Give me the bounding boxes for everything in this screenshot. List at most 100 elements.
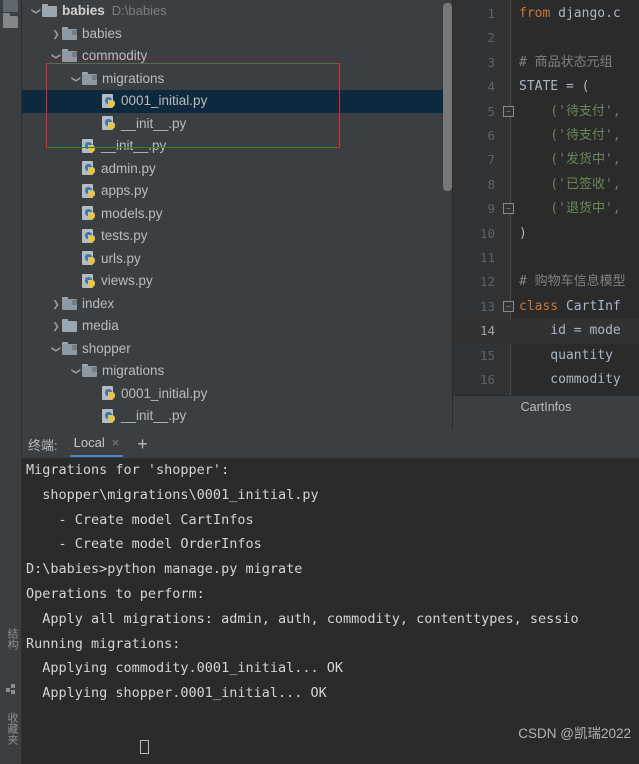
tree-row-label: migrations bbox=[102, 70, 165, 86]
code-line: 10) bbox=[453, 222, 639, 246]
code-text: ('发货中', bbox=[519, 152, 621, 168]
tree-row[interactable]: 0001_initial.py bbox=[22, 90, 453, 113]
tree-row-label: tests.py bbox=[101, 228, 148, 243]
code-text: ('已签收', bbox=[519, 176, 621, 192]
chevron-right-icon[interactable]: ❯ bbox=[50, 293, 62, 316]
tree-row[interactable]: models.py bbox=[22, 203, 453, 226]
code-line: 2 bbox=[453, 26, 639, 50]
tree-row[interactable]: views.py bbox=[22, 270, 453, 293]
code-line: 3 # 商品状态元组 bbox=[453, 51, 639, 75]
project-icon[interactable] bbox=[3, 0, 19, 14]
tree-row[interactable]: urls.py bbox=[22, 248, 453, 271]
close-icon[interactable]: × bbox=[112, 435, 120, 450]
code-text: id = mode bbox=[519, 323, 621, 339]
terminal-header: 终端: Local × + bbox=[22, 430, 639, 458]
tree-row[interactable]: 0001_initial.py bbox=[22, 383, 453, 406]
terminal-line: Migrations for 'shopper': bbox=[26, 462, 230, 478]
editor-bottom-fill bbox=[453, 418, 639, 430]
line-number: 3 bbox=[487, 54, 495, 70]
editor-file-tab-label: CartInfos bbox=[520, 400, 572, 414]
python-file-icon bbox=[82, 251, 97, 266]
tree-row[interactable]: ❯ migrations bbox=[22, 68, 453, 91]
line-number: 2 bbox=[487, 30, 495, 46]
tree-row[interactable]: __init__.py bbox=[22, 113, 453, 136]
python-file-icon bbox=[102, 408, 117, 424]
tree-row[interactable]: __init__.py bbox=[22, 135, 453, 158]
line-number: 16 bbox=[479, 372, 495, 387]
tree-row[interactable]: ❯ migrations bbox=[22, 360, 453, 383]
sidebar-item-structure[interactable]: 结构 bbox=[2, 628, 20, 674]
code-text: # 购物车信息模型 bbox=[519, 274, 626, 290]
module-folder-icon bbox=[62, 26, 77, 40]
terminal-tab-local[interactable]: Local × bbox=[69, 432, 124, 457]
code-line: 14 id = mode bbox=[453, 319, 639, 344]
python-file-icon bbox=[82, 183, 97, 199]
fold-toggle-icon[interactable]: − bbox=[503, 105, 514, 117]
module-folder-icon bbox=[82, 71, 97, 85]
tree-row-label: models.py bbox=[101, 205, 163, 221]
terminal-line: Operations to perform: bbox=[26, 585, 205, 602]
code-line: 13− class CartInf bbox=[453, 295, 639, 319]
module-folder-icon bbox=[82, 364, 97, 378]
tree-row[interactable]: ❯ commodity bbox=[22, 45, 453, 68]
tree-row-label: 0001_initial.py bbox=[121, 93, 208, 108]
code-line: 9− ('退货中', bbox=[453, 197, 639, 221]
module-folder-icon bbox=[62, 49, 77, 63]
folder-icon bbox=[62, 319, 77, 333]
terminal-line: Applying shopper.0001_initial... OK bbox=[26, 685, 327, 702]
code-editor[interactable]: 1 from django.c 2 3 # 商品状态元组 4 STATE = (5− ('待… bbox=[453, 0, 639, 430]
chevron-right-icon[interactable]: ❯ bbox=[50, 315, 62, 338]
tree-row[interactable]: ❯ shopper bbox=[22, 338, 453, 361]
watermark: CSDN @凯瑞2022 bbox=[518, 726, 631, 741]
tree-row[interactable]: ❯ index bbox=[22, 293, 453, 316]
terminal-line: Applying commodity.0001_initial... OK bbox=[26, 660, 343, 677]
line-number: 15 bbox=[479, 347, 495, 363]
terminal-line: - Create model CartInfos bbox=[26, 511, 254, 528]
module-folder-icon bbox=[62, 341, 77, 355]
structure-dots-icon bbox=[6, 684, 17, 695]
tree-row[interactable]: __init__.py bbox=[22, 405, 453, 428]
code-text: ) bbox=[519, 225, 527, 241]
line-number: 13 bbox=[479, 298, 495, 314]
left-tool-rail bbox=[0, 0, 22, 430]
tree-row-label: urls.py bbox=[101, 250, 141, 266]
project-tree-scrollbar[interactable] bbox=[443, 3, 452, 191]
add-terminal-icon[interactable]: + bbox=[137, 435, 148, 453]
code-line: 7 ('发货中', bbox=[453, 148, 639, 172]
tree-row[interactable]: ❯ media bbox=[22, 315, 453, 338]
fold-toggle-icon[interactable]: − bbox=[503, 300, 514, 312]
code-text: from django.c bbox=[519, 6, 621, 21]
terminal-line: Apply all migrations: admin, auth, commo… bbox=[26, 610, 579, 627]
terminal-title: 终端: bbox=[28, 437, 58, 453]
line-number: 10 bbox=[479, 225, 495, 241]
top-area: ❯ babies D:\babies ❯ babies ❯ commodity ❯ migrat… bbox=[0, 0, 639, 430]
line-number: 1 bbox=[487, 6, 495, 21]
tree-row[interactable]: apps.py bbox=[22, 180, 453, 203]
code-text: ('退货中', bbox=[519, 201, 621, 217]
tree-row-label: 0001_initial.py bbox=[121, 385, 208, 401]
line-number: 5 bbox=[487, 103, 495, 119]
code-line: 4 STATE = ( bbox=[453, 75, 639, 99]
project-tree-panel[interactable]: ❯ babies D:\babies ❯ babies ❯ commodity ❯ migrat… bbox=[22, 0, 453, 430]
python-file-icon bbox=[102, 93, 117, 109]
folder-icon bbox=[42, 4, 57, 18]
line-number: 7 bbox=[487, 152, 495, 168]
code-line: 12 # 购物车信息模型 bbox=[453, 270, 639, 294]
tree-row[interactable]: ❯ babies bbox=[22, 23, 453, 46]
tree-row[interactable]: ❯ babies D:\babies bbox=[22, 0, 453, 23]
fold-toggle-icon[interactable]: − bbox=[503, 203, 514, 215]
sidebar-item-favorites[interactable]: 收藏夹 bbox=[2, 712, 20, 764]
tree-row[interactable]: admin.py bbox=[22, 158, 453, 181]
python-file-icon bbox=[102, 386, 117, 401]
chevron-right-icon[interactable]: ❯ bbox=[50, 23, 62, 46]
python-file-icon bbox=[82, 161, 97, 176]
tree-row-label: babies bbox=[82, 25, 122, 41]
editor-file-tab[interactable]: CartInfos bbox=[453, 395, 639, 418]
terminal-tab-label: Local bbox=[73, 434, 105, 450]
folder-icon[interactable] bbox=[3, 13, 19, 30]
line-number: 9 bbox=[487, 201, 495, 217]
terminal-output[interactable]: Migrations for 'shopper': shopper\migrat… bbox=[22, 458, 639, 764]
tree-row[interactable]: tests.py bbox=[22, 225, 453, 248]
terminal-line: shopper\migrations\0001_initial.py bbox=[26, 486, 319, 503]
tree-row-label: __init__.py bbox=[101, 138, 167, 153]
